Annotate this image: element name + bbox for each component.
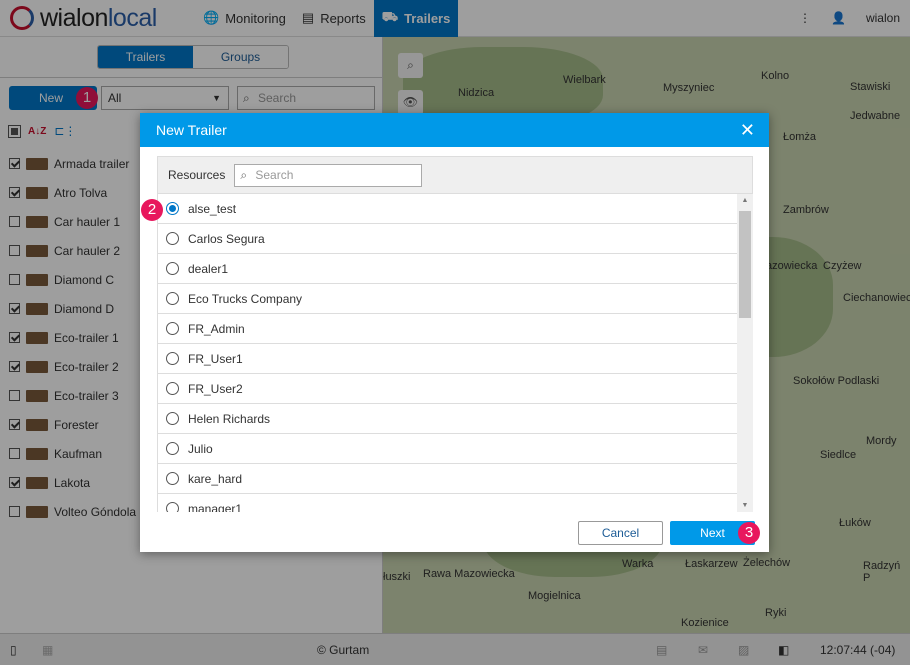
step-badge-3: 3 [738,522,760,544]
resource-row[interactable]: kare_hard [158,464,737,494]
resource-row[interactable]: Eco Trucks Company [158,284,737,314]
resource-name: FR_Admin [188,321,245,336]
resource-name: Eco Trucks Company [188,291,303,306]
resources-list: alse_test Carlos Segura dealer1 Eco Trucks … [157,194,737,512]
resource-radio[interactable] [166,502,179,512]
resource-radio[interactable] [166,262,179,275]
resource-radio[interactable] [166,232,179,245]
resource-name: FR_User2 [188,381,243,396]
resource-radio[interactable] [166,472,179,485]
resource-name: kare_hard [188,471,243,486]
resource-name: Julio [188,441,213,456]
resource-radio[interactable] [166,202,179,215]
resource-radio[interactable] [166,382,179,395]
resource-name: dealer1 [188,261,229,276]
resource-row[interactable]: Helen Richards [158,404,737,434]
dialog-title: New Trailer [156,122,227,138]
scroll-down-icon[interactable]: ▼ [737,502,753,509]
resource-row[interactable]: dealer1 [158,254,737,284]
scrollbar[interactable]: ▲ ▼ [737,194,753,512]
resources-search-input[interactable]: ⌕ Search [234,163,423,187]
resource-row[interactable]: Carlos Segura [158,224,737,254]
scroll-up-icon[interactable]: ▲ [737,197,753,204]
search-placeholder: Search [255,167,294,182]
new-trailer-dialog: New Trailer ✕ Resources ⌕ Search alse_test C… [140,113,769,552]
resource-radio[interactable] [166,292,179,305]
close-icon[interactable]: ✕ [740,113,755,147]
resource-radio[interactable] [166,412,179,425]
resource-radio[interactable] [166,322,179,335]
search-icon: ⌕ [240,167,248,182]
resources-label: Resources [168,168,226,182]
resource-name: alse_test [188,201,237,216]
resource-radio[interactable] [166,352,179,365]
cancel-button[interactable]: Cancel [578,521,663,545]
resource-name: FR_User1 [188,351,243,366]
resource-radio[interactable] [166,442,179,455]
scrollbar-thumb[interactable] [739,211,751,318]
resource-name: manager1 [188,501,243,513]
resource-row[interactable]: alse_test [158,194,737,224]
resource-name: Carlos Segura [188,231,265,246]
step-badge-2: 2 [141,199,163,221]
resource-name: Helen Richards [188,411,271,426]
resource-row[interactable]: FR_User1 [158,344,737,374]
resource-row[interactable]: Julio [158,434,737,464]
resource-row[interactable]: FR_Admin [158,314,737,344]
resource-row[interactable]: FR_User2 [158,374,737,404]
resource-row[interactable]: manager1 [158,494,737,512]
